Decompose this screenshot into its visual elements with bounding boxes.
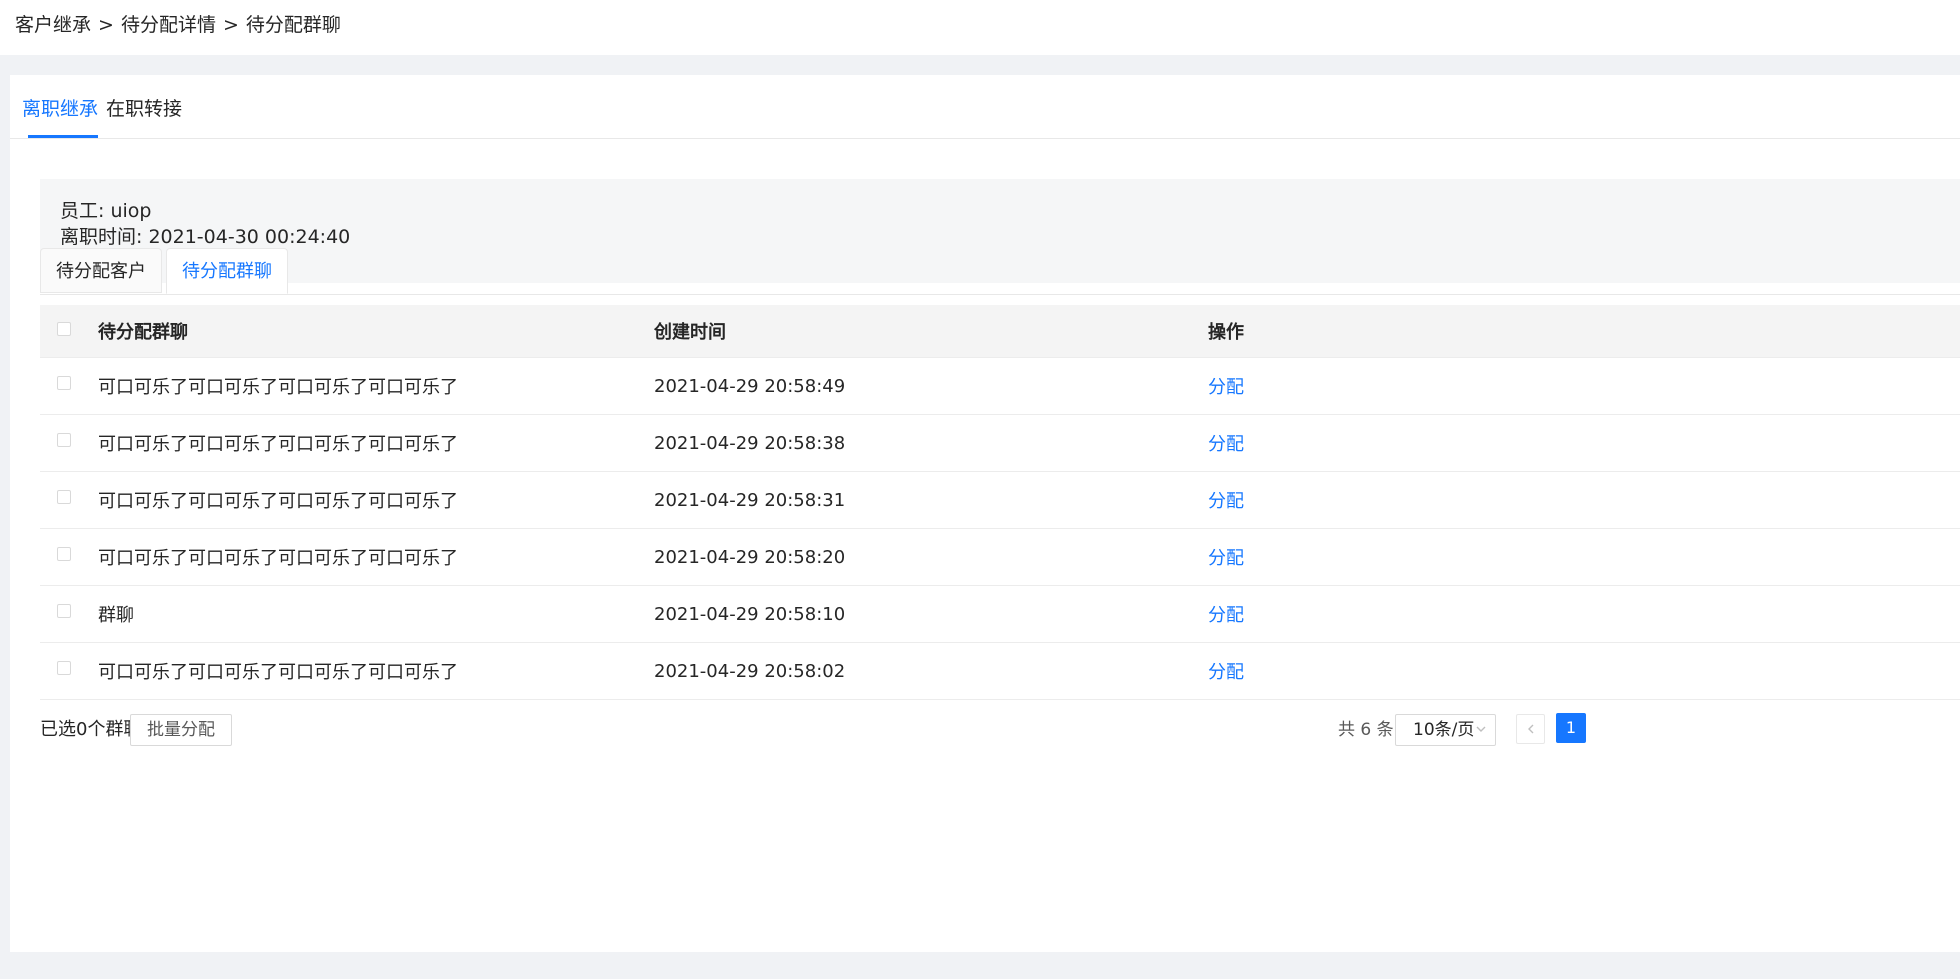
assign-link[interactable]: 分配 [1208, 487, 1244, 513]
action-cell: 分配 [1208, 643, 1244, 699]
group-name: 可口可乐了可口可乐了可口可乐了可口可乐了 [98, 662, 458, 683]
row-checkbox[interactable] [57, 661, 71, 675]
header-group-name: 待分配群聊 [98, 322, 188, 343]
employee-label: 员工: [60, 200, 105, 222]
chevron-down-icon [1475, 715, 1487, 745]
selected-count: 已选0个群聊 [40, 719, 142, 740]
breadcrumb-separator: > [98, 14, 114, 36]
row-checkbox[interactable] [57, 376, 71, 390]
employee-line: 员工: uiop [60, 196, 151, 223]
pending-groups-table: 待分配群聊 创建时间 操作 可口可乐了可口可乐了可口可乐了可口可乐了 2021-0… [40, 305, 1960, 700]
breadcrumb-item-pending-detail[interactable]: 待分配详情 [121, 14, 216, 36]
tab-pending-customers[interactable]: 待分配客户 [40, 248, 162, 293]
header-checkbox-cell [57, 305, 71, 357]
created-time: 2021-04-29 20:58:38 [654, 432, 846, 454]
breadcrumb-item-customer-inherit[interactable]: 客户继承 [15, 14, 91, 36]
table-row: 可口可乐了可口可乐了可口可乐了可口可乐了 2021-04-29 20:58:02 分… [40, 643, 1960, 700]
row-checkbox-cell [57, 529, 71, 585]
chevron-left-icon [1525, 720, 1537, 739]
group-name: 群聊 [98, 605, 134, 626]
table-row: 可口可乐了可口可乐了可口可乐了可口可乐了 2021-04-29 20:58:20 分… [40, 529, 1960, 586]
select-all-checkbox[interactable] [57, 322, 71, 336]
header-created-time: 创建时间 [654, 322, 726, 343]
row-checkbox[interactable] [57, 433, 71, 447]
employee-value: uiop [110, 200, 152, 222]
tab-onjob-transfer[interactable]: 在职转接 [106, 94, 182, 121]
total-count: 共 6 条 [1338, 720, 1394, 740]
row-checkbox[interactable] [57, 604, 71, 618]
table-row: 群聊 2021-04-29 20:58:10 分配 [40, 586, 1960, 643]
breadcrumb: 客户继承 > 待分配详情 > 待分配群聊 [15, 10, 341, 37]
tab-pending-groups[interactable]: 待分配群聊 [166, 248, 288, 294]
row-checkbox[interactable] [57, 547, 71, 561]
assign-link[interactable]: 分配 [1208, 544, 1244, 570]
row-checkbox-cell [57, 643, 71, 699]
table-footer: 已选0个群聊 批量分配 共 6 条 10条/页 1 [40, 713, 1960, 746]
created-time: 2021-04-29 20:58:02 [654, 660, 846, 682]
row-checkbox-cell [57, 358, 71, 414]
table-row: 可口可乐了可口可乐了可口可乐了可口可乐了 2021-04-29 20:58:31 分… [40, 472, 1960, 529]
breadcrumb-item-pending-groups: 待分配群聊 [245, 14, 341, 36]
group-name: 可口可乐了可口可乐了可口可乐了可口可乐了 [98, 548, 458, 569]
page-item-current[interactable]: 1 [1556, 713, 1586, 743]
top-tabs: 离职继承 在职转接 [10, 75, 1960, 139]
active-tab-indicator [28, 135, 98, 138]
created-time: 2021-04-29 20:58:20 [654, 546, 846, 568]
page-size-value: 10条/页 [1413, 720, 1475, 740]
row-checkbox-cell [57, 415, 71, 471]
breadcrumb-separator: > [222, 14, 239, 36]
page-size-select[interactable]: 10条/页 [1395, 714, 1496, 746]
action-cell: 分配 [1208, 586, 1244, 642]
resign-time-label: 离职时间: [60, 226, 143, 248]
assign-link[interactable]: 分配 [1208, 601, 1244, 627]
action-cell: 分配 [1208, 472, 1244, 528]
assign-link[interactable]: 分配 [1208, 430, 1244, 456]
tab-resign-inherit[interactable]: 离职继承 [22, 94, 98, 121]
table-row: 可口可乐了可口可乐了可口可乐了可口可乐了 2021-04-29 20:58:38 分… [40, 415, 1960, 472]
group-name: 可口可乐了可口可乐了可口可乐了可口可乐了 [98, 377, 458, 398]
group-name: 可口可乐了可口可乐了可口可乐了可口可乐了 [98, 491, 458, 512]
table-header: 待分配群聊 创建时间 操作 [40, 305, 1960, 358]
row-checkbox[interactable] [57, 490, 71, 504]
main-card: 离职继承 在职转接 员工: uiop 离职时间: 2021-04-30 00:2… [10, 75, 1960, 952]
resign-time-value: 2021-04-30 00:24:40 [148, 226, 351, 248]
created-time: 2021-04-29 20:58:31 [654, 489, 846, 511]
assign-link[interactable]: 分配 [1208, 373, 1244, 399]
breadcrumb-bar: 客户继承 > 待分配详情 > 待分配群聊 [0, 0, 1960, 55]
action-cell: 分配 [1208, 415, 1244, 471]
batch-assign-button[interactable]: 批量分配 [130, 714, 232, 746]
row-checkbox-cell [57, 472, 71, 528]
row-checkbox-cell [57, 586, 71, 642]
prev-page-button[interactable] [1516, 714, 1545, 744]
created-time: 2021-04-29 20:58:10 [654, 603, 846, 625]
action-cell: 分配 [1208, 529, 1244, 585]
table-row: 可口可乐了可口可乐了可口可乐了可口可乐了 2021-04-29 20:58:49 分… [40, 358, 1960, 415]
resign-time-line: 离职时间: 2021-04-30 00:24:40 [60, 222, 350, 249]
header-action: 操作 [1208, 322, 1244, 343]
group-name: 可口可乐了可口可乐了可口可乐了可口可乐了 [98, 434, 458, 455]
action-cell: 分配 [1208, 358, 1244, 414]
card-tabs: 待分配客户 待分配群聊 [40, 248, 1960, 295]
assign-link[interactable]: 分配 [1208, 658, 1244, 684]
table-body: 可口可乐了可口可乐了可口可乐了可口可乐了 2021-04-29 20:58:49 分… [40, 358, 1960, 700]
created-time: 2021-04-29 20:58:49 [654, 375, 846, 397]
